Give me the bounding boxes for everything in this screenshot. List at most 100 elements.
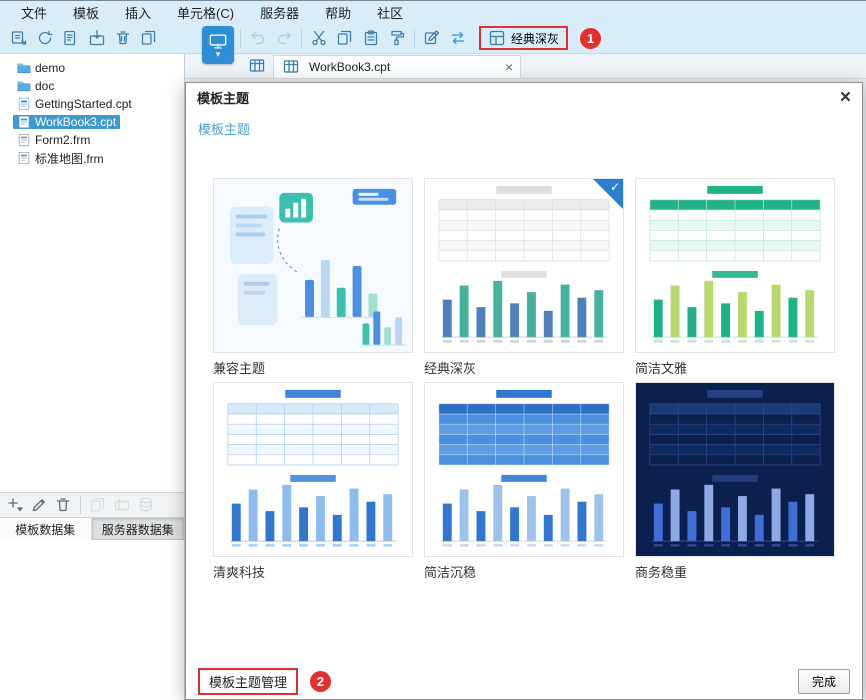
delete-dataset-icon[interactable]: [52, 495, 74, 515]
theme-manage-button[interactable]: 模板主题管理: [198, 668, 298, 695]
tree-item-label: Form2.frm: [35, 133, 90, 147]
toolbar-separator: [301, 29, 302, 47]
tree-item-doc[interactable]: doc: [0, 77, 184, 95]
dataset-toolbar-separator: [80, 496, 81, 514]
web-preview-button[interactable]: ▾: [202, 26, 234, 64]
tab-workbook3[interactable]: WorkBook3.cpt ×: [273, 55, 521, 78]
menu-community[interactable]: 社区: [364, 1, 416, 24]
tree-item-label: WorkBook3.cpt: [35, 115, 116, 129]
done-button[interactable]: 完成: [798, 669, 850, 694]
dataset-toolbar: [0, 492, 184, 517]
theme-grid: 兼容主题 ✓ 经典深灰简洁文雅清爽科技简洁沉稳商务稳重: [213, 178, 835, 586]
chevron-down-icon: ▾: [216, 50, 221, 58]
main-toolbar: 经典深灰 1: [0, 23, 866, 54]
theme-name: 清爽科技: [213, 557, 413, 586]
add-dataset-icon[interactable]: [4, 495, 26, 515]
cut-icon[interactable]: [307, 26, 331, 50]
duplicate-icon[interactable]: [137, 26, 161, 50]
paste-icon[interactable]: [359, 26, 383, 50]
menu-server[interactable]: 服务器: [247, 1, 312, 24]
tab-label: WorkBook3.cpt: [309, 60, 390, 74]
tree-item-wrap: Form2.frm: [13, 133, 94, 147]
theme-brush-icon: [488, 29, 506, 47]
theme-card-3[interactable]: 简洁文雅: [635, 178, 835, 382]
report-grid-icon: [281, 57, 301, 77]
rename-dataset-icon[interactable]: [111, 495, 133, 515]
annotation-badge-1: 1: [580, 28, 601, 49]
tree-item-wrap: 标准地图.frm: [13, 150, 108, 167]
tree-item-wrap: doc: [13, 79, 58, 93]
frm-icon: [17, 133, 31, 147]
theme-card-1[interactable]: 兼容主题: [213, 178, 413, 382]
template-theme-dialog: 模板主题 × 模板主题 兼容主题 ✓ 经典深灰简洁文雅清爽科技简洁沉稳商务稳重 模板…: [185, 82, 863, 700]
edit-dataset-icon[interactable]: [28, 495, 50, 515]
dialog-title: 模板主题: [197, 88, 249, 107]
document-tabbar: WorkBook3.cpt ×: [185, 54, 866, 79]
theme-thumbnail: [213, 382, 413, 557]
edit-box-icon[interactable]: [420, 26, 444, 50]
format-painter-icon[interactable]: [385, 26, 409, 50]
main-area: WorkBook3.cpt × 模板主题 × 模板主题 兼容主题 ✓ 经典深灰简洁文…: [185, 54, 866, 700]
delete-icon[interactable]: [111, 26, 135, 50]
theme-card-6[interactable]: 商务稳重: [635, 382, 835, 586]
tab-template-dataset[interactable]: 模板数据集: [0, 518, 92, 540]
menu-insert[interactable]: 插入: [112, 1, 164, 24]
undo-icon[interactable]: [246, 26, 270, 50]
annotation-badge-2: 2: [310, 671, 331, 692]
theme-button-label: 经典深灰: [511, 30, 559, 47]
menu-help[interactable]: 帮助: [312, 1, 364, 24]
tree-item-wrap: GettingStarted.cpt: [13, 97, 136, 111]
theme-name: 兼容主题: [213, 353, 413, 382]
tree-item-wrap: WorkBook3.cpt: [13, 115, 120, 129]
dialog-section-label: 模板主题: [198, 119, 862, 138]
theme-name: 简洁文雅: [635, 353, 835, 382]
toolbar-left-group: [6, 26, 162, 50]
tree-item-form2-frm[interactable]: Form2.frm: [0, 131, 184, 149]
menu-file[interactable]: 文件: [8, 1, 60, 24]
dialog-close-icon[interactable]: ×: [840, 88, 851, 107]
theme-card-5[interactable]: 简洁沉稳: [424, 382, 624, 586]
export-icon[interactable]: [85, 26, 109, 50]
refresh-icon[interactable]: [33, 26, 57, 50]
theme-name: 经典深灰: [424, 353, 624, 382]
toolbar-separator: [240, 29, 241, 47]
cpt-icon: [17, 97, 31, 111]
theme-thumbnail: [424, 382, 624, 557]
sync-icon[interactable]: [446, 26, 470, 50]
theme-thumbnail: [635, 178, 835, 353]
tree-item-label: doc: [35, 79, 54, 93]
copy-dataset-icon[interactable]: [87, 495, 109, 515]
theme-card-2[interactable]: ✓ 经典深灰: [424, 178, 624, 382]
tree-item-workbook3-cpt[interactable]: WorkBook3.cpt: [0, 113, 184, 131]
menu-cell[interactable]: 单元格(C): [164, 1, 247, 24]
new-template-icon[interactable]: [7, 26, 31, 50]
theme-thumbnail: [213, 178, 413, 353]
theme-thumbnail: [635, 382, 835, 557]
left-sidebar: demo doc GettingStarted.cpt WorkBook3.cpt Fo…: [0, 54, 185, 700]
theme-name: 简洁沉稳: [424, 557, 624, 586]
tree-item--frm[interactable]: 标准地图.frm: [0, 149, 184, 167]
cpt-icon: [17, 115, 31, 129]
copy-icon[interactable]: [333, 26, 357, 50]
dialog-titlebar: 模板主题 ×: [186, 83, 862, 111]
theme-card-4[interactable]: 清爽科技: [213, 382, 413, 586]
connection-icon[interactable]: [135, 495, 157, 515]
template-list-icon[interactable]: [247, 56, 267, 76]
theme-name: 商务稳重: [635, 557, 835, 586]
toolbar-mid-group: [210, 26, 471, 50]
tree-item-demo[interactable]: demo: [0, 59, 184, 77]
dialog-footer: 模板主题管理 2 完成: [186, 663, 862, 699]
theme-select-button[interactable]: 经典深灰: [479, 26, 568, 50]
selected-check-icon: ✓: [610, 180, 620, 194]
theme-thumbnail: ✓: [424, 178, 624, 353]
menu-template[interactable]: 模板: [60, 1, 112, 24]
tree-item-label: demo: [35, 61, 65, 75]
folder-icon: [17, 79, 31, 93]
redo-icon[interactable]: [272, 26, 296, 50]
tab-close-icon[interactable]: ×: [505, 60, 513, 74]
toolbar-separator: [414, 29, 415, 47]
tree-item-gettingstarted-cpt[interactable]: GettingStarted.cpt: [0, 95, 184, 113]
dataset-list: [0, 540, 184, 700]
tab-server-dataset[interactable]: 服务器数据集: [92, 518, 185, 540]
preview-icon[interactable]: [59, 26, 83, 50]
